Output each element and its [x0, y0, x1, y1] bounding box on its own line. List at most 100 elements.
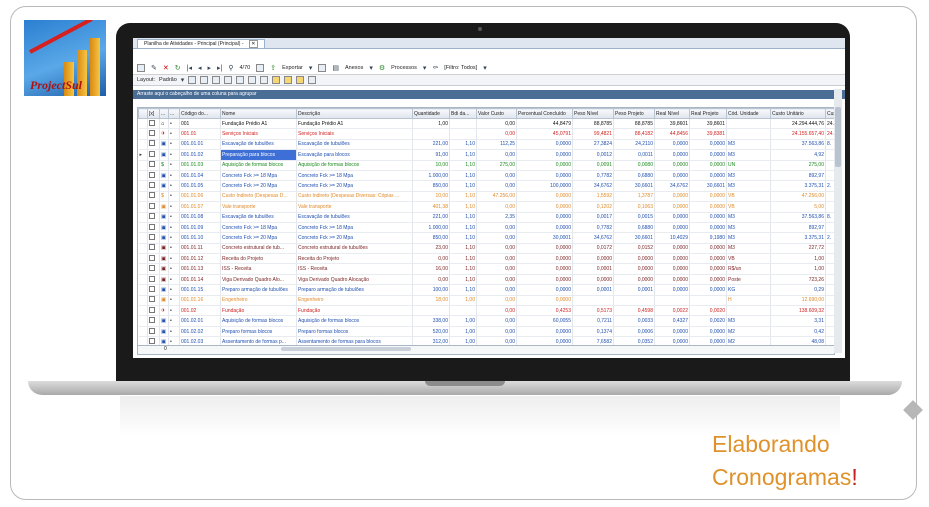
cell-qtd[interactable]: 850,00	[412, 232, 450, 244]
cell-bdi[interactable]: 1,10	[449, 191, 477, 203]
row-checkbox[interactable]	[149, 171, 155, 178]
cell-cu[interactable]: 3,31	[770, 315, 826, 327]
row-checkbox[interactable]	[149, 192, 155, 199]
row-checkbox-cell[interactable]	[147, 191, 160, 203]
row-checkbox[interactable]	[149, 202, 155, 209]
cell-desc[interactable]: Engenheiro	[296, 295, 413, 307]
cell-pn[interactable]: 0,0000	[572, 274, 614, 286]
cell-desc[interactable]: Custo Indireto (Despesas Diversas: Cópia…	[296, 191, 413, 203]
grid-footer-filter-row[interactable]: 0	[137, 345, 835, 355]
horizontal-scrollbar[interactable]	[281, 347, 411, 351]
cell-rn[interactable]: 0,0000	[654, 149, 690, 161]
cell-bdi[interactable]: 1,10	[449, 201, 477, 213]
cell-rp[interactable]: 0,0020	[689, 305, 727, 317]
row-checkbox-cell[interactable]	[147, 118, 160, 130]
cell-pp[interactable]: 0,0006	[613, 326, 655, 338]
row-checkbox-cell[interactable]	[147, 305, 160, 317]
cell-rn[interactable]: 0,0022	[654, 305, 690, 317]
cell-pn[interactable]: 34,6762	[572, 232, 614, 244]
cell-pn[interactable]: 0,0091	[572, 160, 614, 171]
cell-rn[interactable]: 39,8601	[654, 118, 690, 130]
cell-code[interactable]: 001.01.13	[179, 263, 221, 275]
row-indicator[interactable]: ▸	[138, 149, 148, 161]
cell-valor[interactable]: 0,00	[476, 243, 517, 255]
close-icon[interactable]: ✕	[248, 40, 258, 48]
column-header[interactable]: Código do...	[179, 108, 221, 119]
layout-group-icon[interactable]	[284, 76, 293, 84]
cell-name[interactable]: Concreto Fck >= 20 Mpa	[220, 180, 297, 192]
cell-cu[interactable]: 5,00	[770, 201, 826, 213]
row-indicator[interactable]	[138, 170, 148, 182]
refresh-icon[interactable]: ↻	[175, 64, 181, 73]
cell-desc[interactable]: Receita do Projeto	[296, 253, 413, 265]
cell-cu[interactable]: 37.563,86	[770, 212, 826, 223]
cell-valor[interactable]: 0,00	[476, 180, 517, 192]
row-checkbox[interactable]	[149, 244, 155, 251]
cell-pp[interactable]: 30,6601	[613, 232, 655, 244]
cell-desc[interactable]: Fundação Prédio A1	[296, 118, 413, 130]
row-checkbox[interactable]	[149, 213, 155, 220]
previous-record-icon[interactable]: ◂	[198, 64, 202, 73]
cell-rp[interactable]: 0,0000	[689, 222, 727, 234]
cell-valor[interactable]: 0,00	[476, 128, 517, 140]
cell-name[interactable]: Aquisição de formas blocos	[220, 160, 297, 171]
cell-un[interactable]: M3	[726, 212, 771, 223]
cell-name[interactable]: Receita do Projeto	[220, 253, 297, 265]
cell-bdi[interactable]: 1,00	[449, 326, 477, 338]
cell-cu[interactable]: 138.609,32	[770, 305, 826, 317]
table-row[interactable]: ▣ ▪ 001.01.01 Escavação de tubulões Escavaçã…	[138, 139, 834, 151]
cell-name[interactable]: Fundação	[220, 305, 297, 317]
row-indicator[interactable]	[138, 232, 148, 244]
row-checkbox[interactable]	[149, 265, 155, 272]
cell-perc[interactable]: 0,0000	[516, 284, 573, 296]
row-indicator[interactable]	[138, 212, 148, 223]
cell-pp[interactable]: 0,0000	[613, 274, 655, 286]
column-header[interactable]: Percentual Concluído	[516, 108, 573, 119]
cell-pp[interactable]: 88,8785	[613, 118, 655, 130]
cell-code[interactable]: 001.01.16	[179, 295, 221, 307]
cell-cu[interactable]: 0,29	[770, 284, 826, 296]
row-checkbox-cell[interactable]	[147, 243, 160, 255]
cell-cu[interactable]: 1,00	[770, 263, 826, 275]
cell-rp[interactable]: 0,0000	[689, 191, 727, 203]
cell-desc[interactable]: Preparo armação de tubulões	[296, 284, 413, 296]
cell-name[interactable]: Preparação para blocos	[220, 149, 297, 161]
cell-bdi[interactable]: 1,10	[449, 222, 477, 234]
cell-cu[interactable]: 3.375,31	[770, 232, 826, 244]
cell-name[interactable]: Preparo armação de tubulões	[220, 284, 297, 296]
filter-button[interactable]: [Filtro: Todos]	[444, 65, 477, 71]
column-header[interactable]: Cód. Unidade	[726, 108, 771, 119]
cell-cu[interactable]: 723,26	[770, 274, 826, 286]
layout-collapse-icon[interactable]	[248, 76, 257, 84]
cell-rp[interactable]: 0,0000	[689, 243, 727, 255]
row-checkbox-cell[interactable]	[147, 139, 160, 151]
cell-pn[interactable]: 34,6762	[572, 180, 614, 192]
cell-qtd[interactable]: 1.000,00	[412, 170, 450, 182]
row-checkbox-cell[interactable]	[147, 315, 160, 327]
cell-pn[interactable]: 0,0001	[572, 263, 614, 275]
table-row[interactable]: ▣ ▪ 001.01.10 Concreto Fck >= 20 Mpa Concret…	[138, 232, 834, 244]
cell-desc[interactable]: Preparo formas blocos	[296, 326, 413, 338]
cell-desc[interactable]: Fundação	[296, 305, 413, 317]
cell-pn[interactable]: 0,0017	[572, 212, 614, 223]
cell-valor[interactable]: 0,00	[476, 201, 517, 213]
row-indicator[interactable]	[138, 222, 148, 234]
cell-desc[interactable]: Concreto Fck >= 20 Mpa	[296, 180, 413, 192]
cell-qtd[interactable]: 338,00	[412, 315, 450, 327]
cell-name[interactable]: Vale transporte	[220, 201, 297, 213]
table-row[interactable]: ▣ ▪ 001.01.11 Concreto estrutural de tub...…	[138, 243, 834, 255]
cell-cu[interactable]: 24.294.444,76	[770, 118, 826, 130]
column-header[interactable]: Valor Custo	[476, 108, 517, 119]
cell-perc[interactable]: 0,0000	[516, 243, 573, 255]
cell-bdi[interactable]: 1,10	[449, 284, 477, 296]
cell-rn[interactable]: 0,0000	[654, 160, 690, 171]
cell-pn[interactable]: 99,4821	[572, 128, 614, 140]
table-row[interactable]: ✈ ▪ 001.02 Fundação Fundação 0,00 0,4253 0,5173…	[138, 305, 834, 317]
row-indicator[interactable]	[138, 305, 148, 317]
row-indicator[interactable]	[138, 295, 148, 307]
table-row[interactable]: ▣ ▪ 001.01.14 Viga Derivado Quadro Alo... Vi…	[138, 274, 834, 286]
cell-desc[interactable]: Escavação de tubulões	[296, 139, 413, 151]
column-header[interactable]: ...	[159, 108, 169, 119]
cell-pp[interactable]: 30,6601	[613, 180, 655, 192]
cell-valor[interactable]: 2,35	[476, 212, 517, 223]
